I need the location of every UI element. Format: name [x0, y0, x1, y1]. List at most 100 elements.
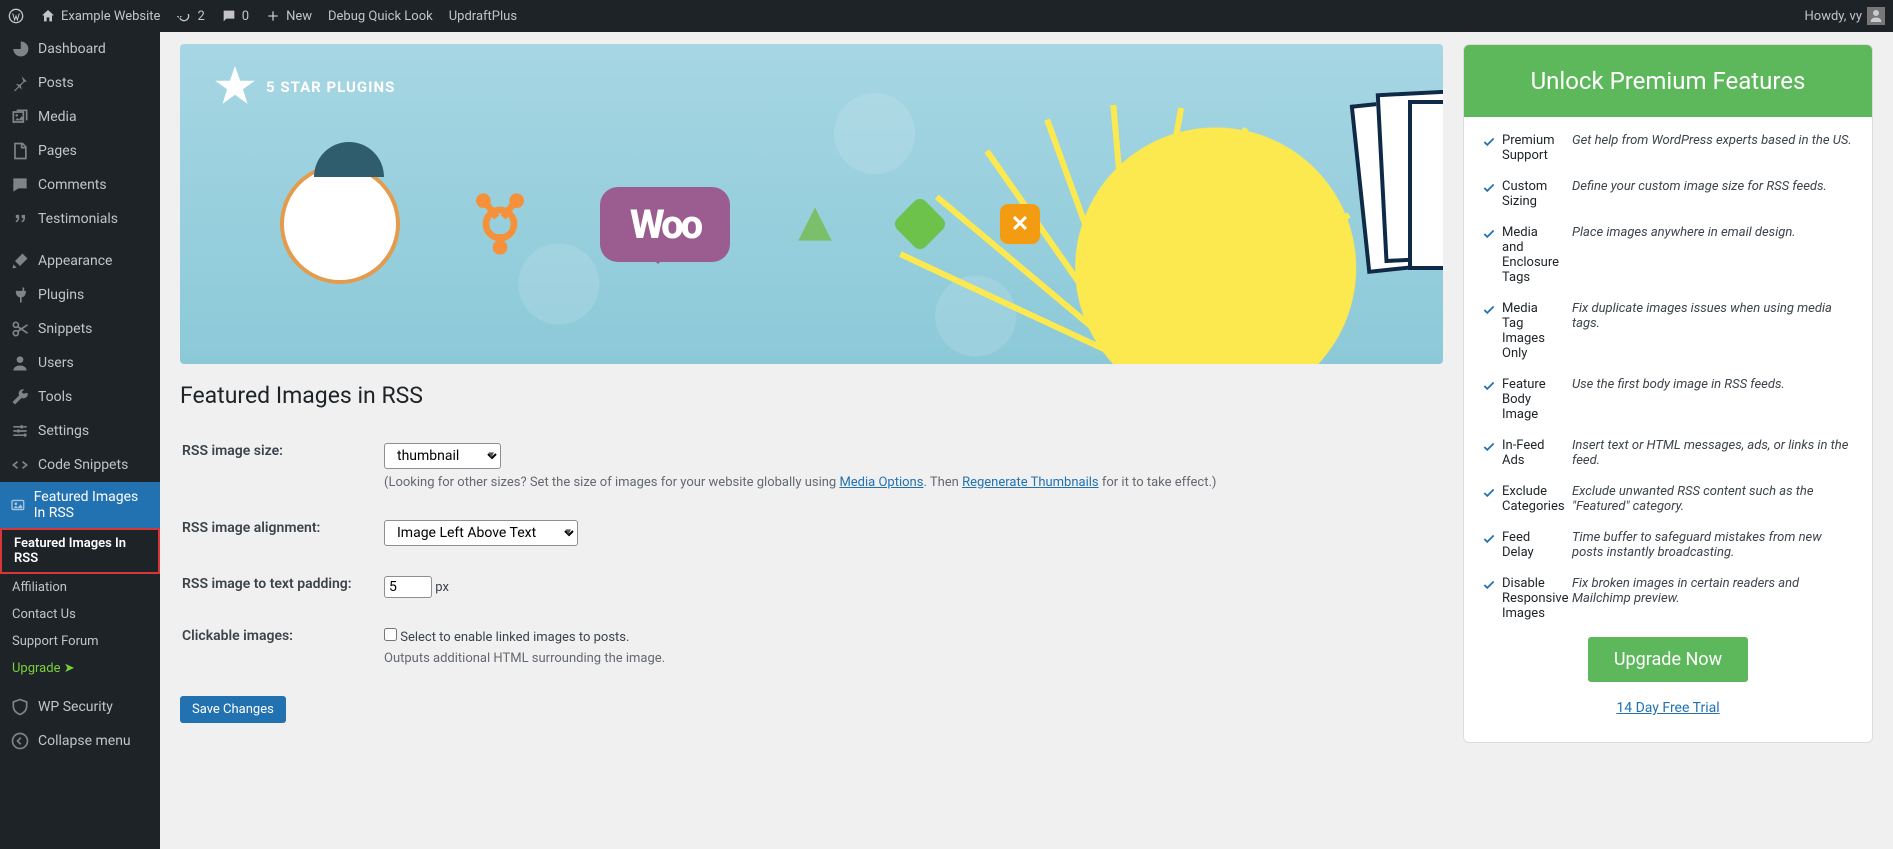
sidebar-item-code-snippets[interactable]: Code Snippets	[0, 448, 160, 482]
feature-name: Media and Enclosure Tags	[1502, 225, 1562, 285]
rss-image-size-select[interactable]: thumbnail	[384, 443, 501, 469]
size-description: (Looking for other sizes? Set the size o…	[384, 475, 1431, 490]
site-name: Example Website	[61, 9, 160, 24]
wrench-icon	[10, 387, 30, 407]
submenu-affiliation[interactable]: Affiliation	[0, 574, 160, 601]
home-icon	[40, 8, 56, 24]
sidebar-item-pages[interactable]: Pages	[0, 134, 160, 168]
premium-feature: Media Tag Images Only Fix duplicate imag…	[1482, 301, 1854, 361]
sidebar-submenu: Featured Images In RSSAffiliationContact…	[0, 528, 160, 682]
admin-bar: Example Website 2 0 New Debug Quick Look…	[0, 0, 1893, 32]
sidebar-item-dashboard[interactable]: Dashboard	[0, 32, 160, 66]
feature-name: Media Tag Images Only	[1502, 301, 1562, 361]
sidebar-item-snippets[interactable]: Snippets	[0, 312, 160, 346]
settings-form: RSS image size: thumbnail (Looking for o…	[180, 431, 1443, 686]
clickable-images-checkbox[interactable]	[384, 628, 397, 641]
sidebar-item-comments[interactable]: Comments	[0, 168, 160, 202]
align-label: RSS image alignment:	[182, 510, 382, 564]
feedly-icon	[790, 199, 840, 249]
sidebar-item-label: Appearance	[38, 253, 112, 269]
sidebar-item-featured-images-in-rss[interactable]: Featured Images In RSS	[0, 482, 160, 528]
sidebar-item-plugins[interactable]: Plugins	[0, 278, 160, 312]
feature-desc: Get help from WordPress experts based in…	[1572, 133, 1852, 163]
new-label: New	[286, 9, 312, 24]
main-content: 5 STAR PLUGINS Woo ✕ Featured Images in …	[160, 32, 1893, 783]
check-icon	[1482, 303, 1496, 317]
mailchimp-icon	[280, 164, 400, 284]
size-label: RSS image size:	[182, 433, 382, 508]
pages-icon	[10, 141, 30, 161]
sidebar-item-label: Dashboard	[38, 41, 106, 57]
premium-feature: Premium Support Get help from WordPress …	[1482, 133, 1854, 163]
submenu-upgrade-[interactable]: Upgrade ➤	[0, 655, 160, 682]
upgrade-now-button[interactable]: Upgrade Now	[1588, 637, 1748, 682]
padding-unit: px	[435, 580, 449, 595]
comment-icon	[221, 8, 237, 24]
sidebar-item-wp-security[interactable]: WP Security	[0, 690, 160, 724]
save-changes-button[interactable]: Save Changes	[180, 696, 286, 723]
sidebar-item-users[interactable]: Users	[0, 346, 160, 380]
feature-desc: Exclude unwanted RSS content such as the…	[1572, 484, 1854, 514]
sidebar-item-settings[interactable]: Settings	[0, 414, 160, 448]
media-options-link[interactable]: Media Options	[839, 475, 923, 490]
plug-icon	[10, 285, 30, 305]
sidebar-item-label: Tools	[38, 389, 72, 405]
new-link[interactable]: New	[265, 8, 312, 24]
premium-sidebar: Unlock Premium Features Premium Support …	[1463, 44, 1873, 743]
regenerate-thumbnails-link[interactable]: Regenerate Thumbnails	[962, 475, 1099, 490]
sidebar-item-label: Users	[38, 355, 74, 371]
sidebar-item-testimonials[interactable]: Testimonials	[0, 202, 160, 236]
debug-link[interactable]: Debug Quick Look	[328, 9, 433, 24]
feature-name: Feature Body Image	[1502, 377, 1562, 422]
quote-icon	[10, 209, 30, 229]
check-icon	[1482, 135, 1496, 149]
update-count: 2	[197, 9, 204, 24]
premium-feature: Exclude Categories Exclude unwanted RSS …	[1482, 484, 1854, 514]
sidebar-item-label: Comments	[38, 177, 107, 193]
comment-count: 0	[242, 9, 249, 24]
five-star-plugins-logo: 5 STAR PLUGINS	[210, 62, 395, 112]
sidebar-item-label: Testimonials	[38, 211, 118, 227]
site-link[interactable]: Example Website	[40, 8, 160, 24]
code-icon	[10, 455, 30, 475]
media-icon	[10, 107, 30, 127]
submenu-featured-images-in-rss[interactable]: Featured Images In RSS	[0, 528, 160, 574]
howdy-user[interactable]: Howdy, vy	[1805, 7, 1886, 25]
premium-feature: Custom Sizing Define your custom image s…	[1482, 179, 1854, 209]
sidebar-item-posts[interactable]: Posts	[0, 66, 160, 100]
submenu-support-forum[interactable]: Support Forum	[0, 628, 160, 655]
admin-sidebar: Dashboard Posts Media Pages Comments Tes…	[0, 32, 160, 849]
sidebar-item-label: Pages	[38, 143, 77, 159]
sidebar-item-label: Code Snippets	[38, 457, 128, 473]
submenu-contact-us[interactable]: Contact Us	[0, 601, 160, 628]
comments-link[interactable]: 0	[221, 8, 249, 24]
rss-padding-input[interactable]	[384, 576, 432, 598]
feature-name: Custom Sizing	[1502, 179, 1562, 209]
check-icon	[1482, 486, 1496, 500]
brush-icon	[10, 251, 30, 271]
premium-feature: In-Feed Ads Insert text or HTML messages…	[1482, 438, 1854, 468]
feature-name: Feed Delay	[1502, 530, 1562, 560]
sidebar-item-label: Plugins	[38, 287, 84, 303]
updates-link[interactable]: 2	[176, 8, 204, 24]
sidebar-item-appearance[interactable]: Appearance	[0, 244, 160, 278]
pin-icon	[10, 73, 30, 93]
feature-name: In-Feed Ads	[1502, 438, 1562, 468]
feature-desc: Insert text or HTML messages, ads, or li…	[1572, 438, 1854, 468]
refresh-icon	[176, 8, 192, 24]
sidebar-item-media[interactable]: Media	[0, 100, 160, 134]
feature-desc: Use the first body image in RSS feeds.	[1572, 377, 1785, 422]
updraft-link[interactable]: UpdraftPlus	[449, 9, 517, 24]
sidebar-item-label: Posts	[38, 75, 74, 91]
premium-feature: Media and Enclosure Tags Place images an…	[1482, 225, 1854, 285]
sidebar-item-collapse-menu[interactable]: Collapse menu	[0, 724, 160, 758]
plugin-banner: 5 STAR PLUGINS Woo ✕	[180, 44, 1443, 364]
sidebar-item-tools[interactable]: Tools	[0, 380, 160, 414]
feature-desc: Fix duplicate images issues when using m…	[1572, 301, 1854, 361]
rss-image-alignment-select[interactable]: Image Left Above Text	[384, 520, 578, 546]
sidebar-item-label: Snippets	[38, 321, 92, 337]
wp-logo[interactable]	[8, 8, 24, 24]
clickable-check-label: Select to enable linked images to posts.	[400, 630, 629, 645]
free-trial-link[interactable]: 14 Day Free Trial	[1482, 700, 1854, 716]
feature-name: Disable Responsive Images	[1502, 576, 1568, 621]
